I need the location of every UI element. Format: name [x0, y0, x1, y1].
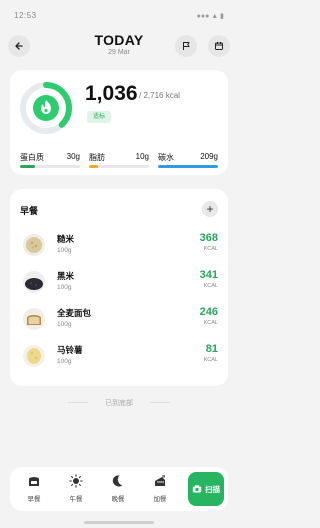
macro-label: 碳水 [158, 153, 174, 162]
home-indicator [84, 521, 154, 524]
nav-lunch[interactable]: 午餐 [58, 472, 94, 506]
food-item-bread[interactable]: 全麦面包 100g 246 KCAL [10, 305, 228, 335]
bread-icon [23, 308, 45, 330]
macro-label: 蛋白质 [20, 153, 44, 162]
status-time: 12:53 [14, 11, 37, 20]
calorie-ring [20, 82, 72, 134]
calories-consumed: 1,036 [85, 82, 138, 105]
food-name: 黑米 [57, 271, 75, 281]
meal-title: 早餐 [20, 206, 39, 216]
macro-value: 10g [135, 152, 149, 161]
potato-icon [23, 345, 45, 367]
black-rice-icon [23, 271, 45, 293]
food-quantity: 100g [57, 247, 72, 254]
calories-goal: / 2,716 kcal [139, 91, 180, 100]
moon-icon [112, 475, 123, 487]
food-unit: KCAL [203, 357, 218, 363]
status-badge: 适标 [87, 111, 112, 123]
food-quantity: 100g [57, 321, 72, 328]
food-unit: KCAL [203, 283, 218, 289]
macro-label: 脂肪 [89, 153, 105, 162]
sun-icon [69, 474, 83, 488]
food-name: 糙米 [57, 234, 75, 244]
end-of-list-note: 已到底部 [105, 400, 133, 407]
snack-icon [155, 475, 165, 486]
header: TODAY 29 Mar [0, 28, 238, 64]
macro-progress-bar [158, 165, 218, 168]
camera-icon [192, 485, 202, 493]
divider [150, 402, 170, 403]
scan-button[interactable]: 扫描 [188, 472, 224, 506]
macro-progress-bar [20, 165, 80, 168]
status-bar: 12:53 ●●● ▲ ▮ [0, 0, 238, 26]
nav-dinner[interactable]: 晚餐 [100, 472, 136, 506]
add-food-button[interactable]: + [202, 201, 218, 217]
bottom-nav: 早餐 午餐 晚餐 加餐 扫描 [10, 467, 228, 511]
food-item-potato[interactable]: 马铃薯 100g 81 KCAL [10, 342, 228, 372]
food-calories: 341 [199, 269, 218, 281]
nav-label: 加餐 [153, 496, 167, 503]
breakfast-card: 早餐 + 糙米 100g 368 KCAL 黑米 100g 341 KCAL 全… [10, 189, 228, 386]
food-calories: 246 [199, 306, 218, 318]
food-name: 马铃薯 [57, 345, 83, 355]
nav-snack[interactable]: 加餐 [142, 472, 178, 506]
scan-label: 扫描 [205, 484, 220, 494]
nav-label: 午餐 [69, 496, 83, 503]
nav-label: 晚餐 [111, 496, 125, 503]
macro-value: 209g [200, 152, 218, 161]
macro-value: 30g [66, 152, 80, 161]
calendar-button[interactable] [208, 35, 230, 57]
food-calories: 81 [205, 343, 218, 355]
food-calories: 368 [199, 232, 218, 244]
flag-button[interactable] [175, 35, 197, 57]
page-title: TODAY [94, 32, 144, 48]
food-unit: KCAL [203, 246, 218, 252]
food-item-brown-rice[interactable]: 糙米 100g 368 KCAL [10, 231, 228, 261]
brown-rice-icon [23, 234, 45, 256]
nav-breakfast[interactable]: 早餐 [16, 472, 52, 506]
calorie-summary-card: 1,036 / 2,716 kcal 适标 蛋白质 30g 脂肪 10g 碳水 … [10, 70, 228, 175]
food-quantity: 100g [57, 284, 72, 291]
nav-label: 早餐 [27, 496, 41, 503]
status-icons: ●●● ▲ ▮ [196, 13, 224, 20]
calendar-icon [215, 42, 223, 50]
flag-icon [183, 42, 190, 50]
breakfast-icon [29, 477, 39, 486]
food-quantity: 100g [57, 358, 72, 365]
food-unit: KCAL [203, 320, 218, 326]
macro-progress-bar [89, 165, 149, 168]
food-item-black-rice[interactable]: 黑米 100g 341 KCAL [10, 268, 228, 298]
food-name: 全麦面包 [57, 308, 92, 318]
page-date: 29 Mar [108, 49, 130, 56]
